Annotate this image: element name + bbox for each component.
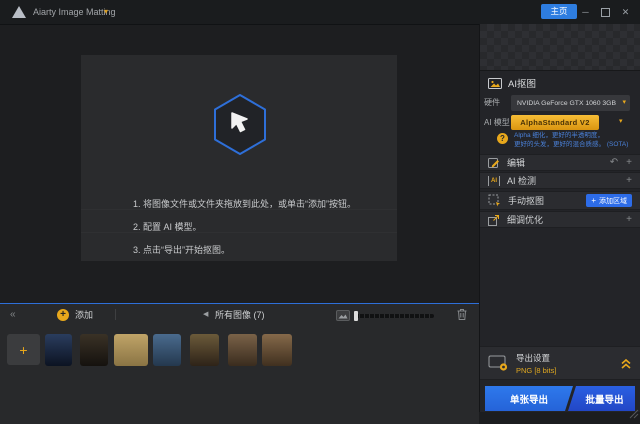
manual-selection-icon: [488, 194, 500, 207]
close-button[interactable]: ✕: [619, 0, 632, 24]
instruction-line-3: 3. 点击“导出”开始抠图。: [133, 245, 231, 255]
title-menu-chevron-icon[interactable]: ▾: [104, 0, 108, 24]
section-ai-detect[interactable]: AI AI 检测 +: [480, 172, 640, 189]
toolbar-separator: [115, 309, 116, 320]
expand-plus-icon[interactable]: +: [626, 214, 632, 225]
thumbnail-bicycle[interactable]: [114, 334, 148, 366]
maximize-button[interactable]: [599, 0, 612, 24]
add-image-tile[interactable]: +: [7, 334, 40, 365]
hint-sota: (SOTA): [606, 141, 629, 148]
export-batch-label: 批量导出: [585, 394, 624, 406]
thumbnail-dragon[interactable]: [80, 334, 108, 366]
hardware-value: NVIDIA GeForce GTX 1060 3GB: [517, 99, 616, 107]
picture-icon: [488, 77, 502, 89]
export-settings-title: 导出设置: [516, 352, 551, 363]
export-settings-row[interactable]: 导出设置 PNG [8 bits]: [480, 346, 640, 380]
drop-hexagon-cursor-icon: [214, 94, 266, 155]
add-images-icon[interactable]: +: [57, 309, 69, 321]
divider: [81, 232, 397, 233]
resize-grip-icon[interactable]: [629, 409, 639, 419]
help-question-icon[interactable]: ?: [497, 133, 508, 144]
thumbnail-portrait-2[interactable]: [262, 334, 292, 366]
thumbnail-zoom-slider[interactable]: [354, 314, 434, 318]
add-region-button[interactable]: + 添加区域: [586, 194, 632, 207]
ai-matting-title: AI抠图: [508, 79, 536, 90]
thumbnail-flower-lady[interactable]: [190, 334, 219, 366]
app-window: Aiarty Image Matting ▾ 主页 ─ ✕ 1. 将图像文件或文…: [0, 0, 640, 424]
window-controls: ─ ✕: [579, 0, 632, 24]
export-format-value: PNG [8 bits]: [516, 365, 557, 375]
ai-model-select[interactable]: AlphaStandard V2: [511, 115, 599, 130]
ai-matting-header: AI抠图: [488, 74, 536, 92]
thumbnail-red-dress[interactable]: [153, 334, 181, 366]
export-single-button[interactable]: 单张导出: [485, 386, 573, 411]
section-manual-matting[interactable]: 手动抠图 + 添加区域: [480, 191, 640, 210]
delete-trash-icon[interactable]: [456, 308, 468, 321]
add-images-button[interactable]: 添加: [75, 305, 93, 325]
instruction-line-1: 1. 将图像文件或文件夹拖放到此处，或单击“添加”按钮。: [133, 199, 357, 209]
title-bar: Aiarty Image Matting ▾ 主页 ─ ✕: [0, 0, 640, 25]
back-arrow-icon[interactable]: ◀: [203, 305, 208, 325]
double-chevron-up-icon[interactable]: [620, 357, 632, 370]
ai-detect-label: AI 检测: [507, 176, 537, 186]
hint-line-2: 更好的头发，更好的混合质感。: [514, 141, 605, 148]
pencil-edit-icon: [488, 157, 499, 168]
finetune-label: 细调优化: [507, 215, 544, 225]
ai-model-value: AlphaStandard V2: [520, 118, 590, 127]
app-logo-icon: [12, 6, 26, 18]
hardware-select[interactable]: NVIDIA GeForce GTX 1060 3GB ▾: [511, 95, 630, 111]
hint-line-1: Alpha 细化，更好的半透明度，: [514, 132, 604, 139]
thumbnail-zoom-slider-handle[interactable]: [354, 311, 358, 321]
export-single-label: 单张导出: [509, 394, 548, 406]
all-images-label[interactable]: 所有图像 (7): [215, 305, 265, 325]
minimize-button[interactable]: ─: [579, 0, 592, 24]
chevron-down-icon: ▾: [622, 99, 626, 106]
finetune-icon: [488, 214, 499, 226]
thumbnail-jellyfish[interactable]: [45, 334, 72, 366]
section-finetune[interactable]: 细调优化 +: [480, 211, 640, 228]
edit-label: 编辑: [507, 158, 526, 168]
collapse-panel-icon[interactable]: «: [10, 306, 16, 324]
export-settings-icon: [488, 355, 508, 371]
crosshair-plus-icon: +: [591, 196, 596, 205]
expand-plus-icon[interactable]: +: [626, 157, 632, 168]
section-edit[interactable]: 编辑 ↶ +: [480, 154, 640, 171]
home-button[interactable]: 主页: [541, 4, 577, 19]
manual-matting-label: 手动抠图: [508, 196, 545, 206]
ai-detect-icon: AI: [488, 175, 500, 186]
thumbnail-portrait-1[interactable]: [228, 334, 257, 366]
bottom-strip: [479, 412, 640, 424]
model-hint-text: Alpha 细化，更好的半透明度， 更好的头发，更好的混合质感。 (SOTA): [514, 131, 636, 149]
model-chevron-down-icon[interactable]: ▾: [619, 115, 623, 130]
ai-model-label: AI 模型: [484, 118, 510, 127]
export-batch-button[interactable]: 批量导出: [568, 386, 635, 411]
add-region-label: 添加区域: [599, 197, 627, 205]
hardware-label: 硬件: [484, 98, 500, 107]
plus-icon: +: [19, 341, 28, 358]
transparency-preview: [480, 24, 640, 71]
image-drop-zone[interactable]: [81, 55, 397, 261]
undo-icon[interactable]: ↶: [610, 157, 618, 168]
instruction-line-2: 2. 配置 AI 模型。: [133, 222, 202, 232]
thumbnail-size-icon: [336, 310, 350, 321]
expand-plus-icon[interactable]: +: [626, 175, 632, 186]
